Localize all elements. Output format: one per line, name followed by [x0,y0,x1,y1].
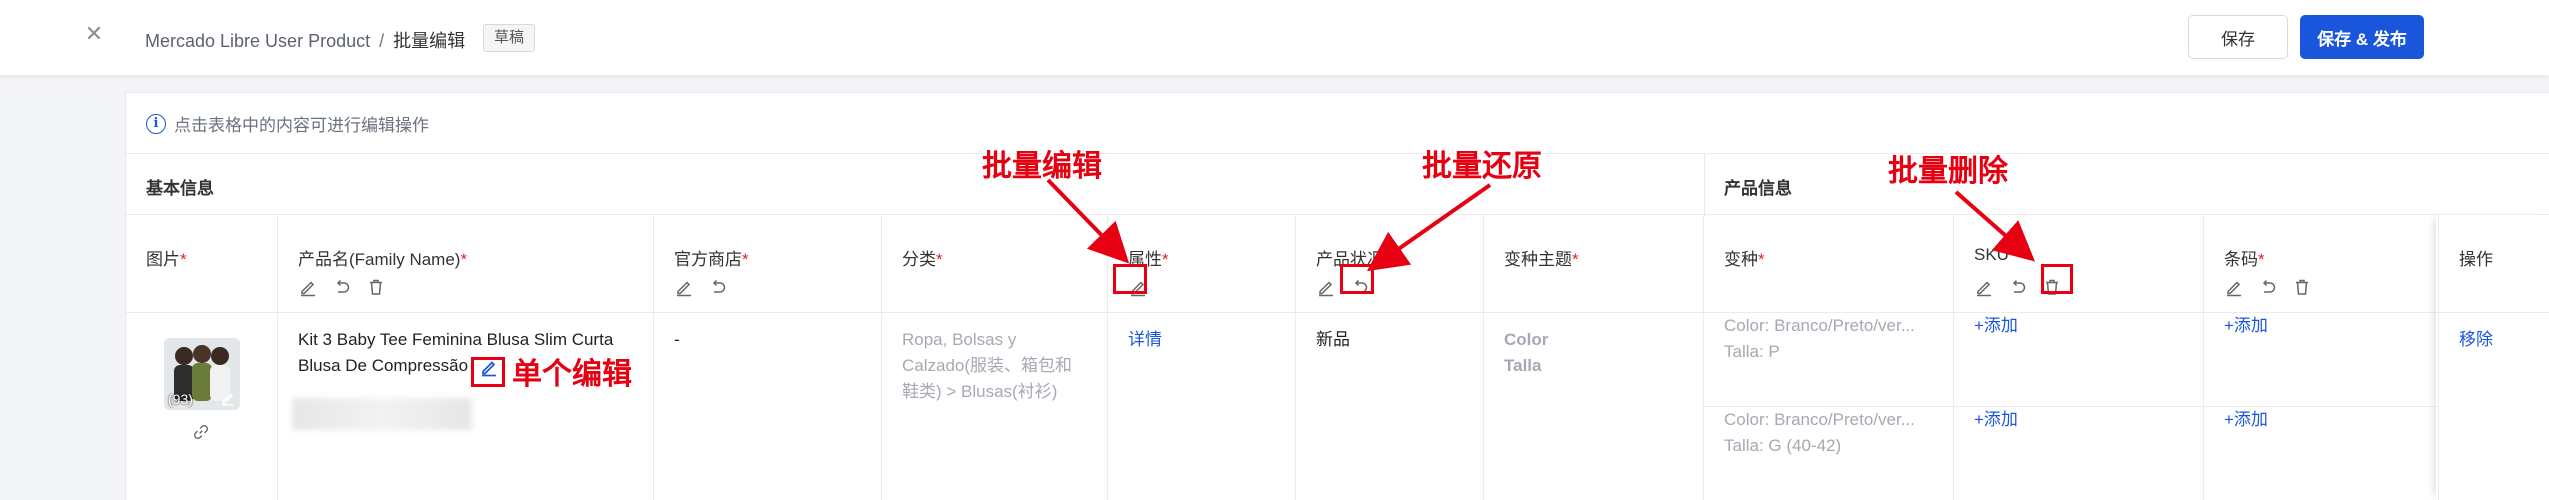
info-hint-text: 点击表格中的内容可进行编辑操作 [174,116,429,135]
batch-edit-table: i 点击表格中的内容可进行编辑操作 基本信息 产品信息 图片* 产品名(Fami… [125,92,2549,500]
group-divider [1704,154,1705,216]
cell-variant-theme: Color Talla [1484,313,1704,500]
status-badge: 草稿 [483,24,536,52]
cell-category[interactable]: Ropa, Bolsas y Calzado(服装、箱包和 鞋类) > Blus… [882,313,1108,500]
cell-store[interactable]: - [654,313,882,500]
col-title-barcode: 条码 [2224,250,2258,269]
cell-image: (93) [126,313,278,500]
col-title-store: 官方商店 [674,250,742,269]
batch-edit-icon[interactable] [298,277,318,297]
info-icon: i [146,113,166,134]
variant-1-size: Talla: P [1724,342,1780,361]
highlight-batch-restore [1340,264,1374,294]
sku-1-add-link[interactable]: +添加 [1974,313,2018,339]
breadcrumb-root[interactable]: Mercado Libre User Product [145,31,370,51]
cell-variant-1: Color: Branco/Preto/ver... Talla: P [1704,313,1954,407]
link-icon[interactable] [192,423,210,441]
close-icon[interactable]: ✕ [82,22,106,46]
variant-2-color: Color: Branco/Preto/ver... [1724,410,1915,429]
save-button[interactable]: 保存 [2188,15,2288,59]
group-product-info: 产品信息 [1724,179,1792,198]
col-title-name: 产品名(Family Name) [298,250,461,269]
batch-edit-icon[interactable] [2224,277,2244,297]
breadcrumb-current: 批量编辑 [393,31,466,51]
image-count: (93) [168,391,193,407]
batch-restore-icon[interactable] [2258,277,2278,297]
batch-delete-icon[interactable] [366,277,386,297]
cell-condition[interactable]: 新品 [1296,313,1484,500]
col-title-image: 图片 [146,250,180,269]
barcode-1-add-link[interactable]: +添加 [2224,313,2268,339]
variant-theme-color: Color [1504,330,1549,349]
cell-sku-2: +添加 [1954,407,2204,500]
cell-variant-2: Color: Branco/Preto/ver... Talla: G (40-… [1704,407,1954,500]
breadcrumb-separator: / [379,31,385,51]
variant-2-size: Talla: G (40-42) [1724,436,1842,455]
product-name-line2: Blusa De Compressão [298,356,469,375]
batch-edit-icon[interactable] [1316,277,1336,297]
col-title-variant: 变种 [1724,250,1758,269]
highlight-batch-delete [2041,264,2073,294]
batch-restore-icon[interactable] [2008,277,2028,297]
variant-theme-size: Talla [1504,356,1542,375]
col-title-sku: SKU [1974,245,2009,264]
highlight-batch-edit [1113,264,1147,294]
col-header-barcode: 条码* [2204,215,2439,313]
col-header-condition: 产品状况* [1296,215,1484,313]
info-hint: i 点击表格中的内容可进行编辑操作 [146,111,429,136]
col-header-name: 产品名(Family Name)* [278,215,654,313]
top-bar: ✕ Mercado Libre User Product / 批量编辑 草稿 保存 … [0,0,2549,75]
edit-image-icon[interactable] [220,390,236,406]
annotation-single-edit: 单个编辑 [512,357,632,392]
category-line2: Calzado(服装、箱包和 [902,356,1073,375]
col-title-variant-theme: 变种主题 [1504,250,1572,269]
attributes-details-link[interactable]: 详情 [1128,327,1162,353]
annotation-batch-delete: 批量删除 [1888,154,2008,189]
batch-delete-icon[interactable] [2292,277,2312,297]
col-header-sku: SKU* [1954,215,2204,313]
fixed-column-shadow [2436,214,2549,500]
condition-value: 新品 [1316,330,1350,349]
col-title-category: 分类 [902,250,936,269]
save-and-publish-button[interactable]: 保存 & 发布 [2300,15,2424,59]
col-header-image: 图片* [126,215,278,313]
product-thumbnail[interactable]: (93) [164,338,240,410]
store-value: - [674,330,680,349]
category-line3: 鞋类) > Blusas(衬衫) [902,382,1058,401]
column-group-row: 基本信息 产品信息 [126,153,2549,216]
cell-sku-1: +添加 [1954,313,2204,407]
cell-barcode-1: +添加 [2204,313,2439,407]
barcode-2-add-link[interactable]: +添加 [2224,407,2268,433]
annotation-batch-restore: 批量还原 [1422,149,1542,184]
col-header-variant-theme: 变种主题* [1484,215,1704,313]
col-header-variant: 变种* [1704,215,1954,313]
highlight-single-edit [471,357,505,387]
category-line1: Ropa, Bolsas y [902,330,1017,349]
col-header-category: 分类* [882,215,1108,313]
group-basic-info: 基本信息 [146,179,214,198]
cell-attributes: 详情 [1108,313,1296,500]
sku-2-add-link[interactable]: +添加 [1974,407,2018,433]
batch-restore-icon[interactable] [708,277,728,297]
batch-edit-icon[interactable] [1974,277,1994,297]
variant-1-color: Color: Branco/Preto/ver... [1724,316,1915,335]
redacted-sku-text [292,398,472,430]
breadcrumb: Mercado Libre User Product / 批量编辑 [145,27,465,53]
col-header-store: 官方商店* [654,215,882,313]
batch-restore-icon[interactable] [332,277,352,297]
annotation-batch-edit: 批量编辑 [982,149,1102,184]
batch-edit-icon[interactable] [674,277,694,297]
cell-barcode-2: +添加 [2204,407,2439,500]
